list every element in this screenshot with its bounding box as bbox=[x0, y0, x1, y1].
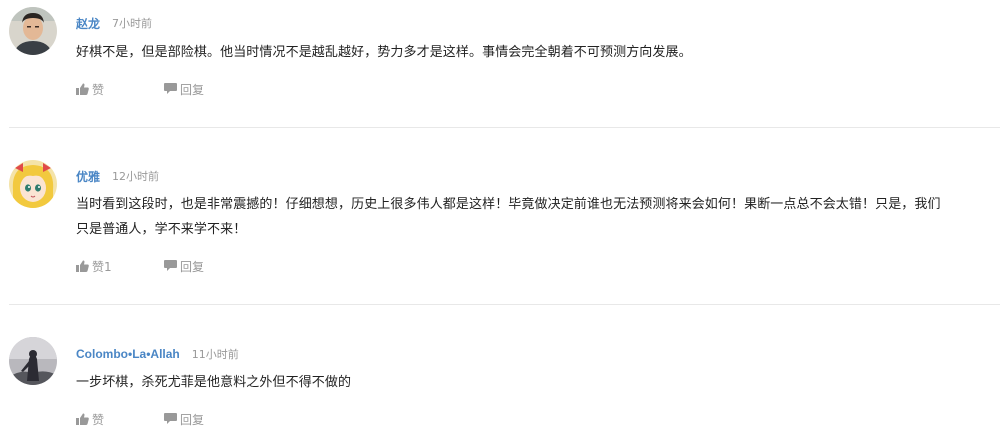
like-label: 赞 bbox=[92, 412, 105, 427]
comment-text: 一步坏棋，杀死尤菲是他意料之外但不得不做的 bbox=[76, 370, 996, 395]
avatar[interactable] bbox=[9, 160, 57, 208]
timestamp: 11小时前 bbox=[191, 348, 239, 361]
comment-line: 一步坏棋，杀死尤菲是他意料之外但不得不做的 bbox=[76, 375, 352, 390]
avatar[interactable] bbox=[9, 7, 57, 55]
reply-label: 回复 bbox=[180, 259, 205, 274]
comment-header: 优雅 12小时前 bbox=[76, 168, 159, 184]
comment-actions: 赞 回复 bbox=[76, 411, 204, 427]
divider bbox=[9, 304, 1000, 305]
comment-line: 只是普通人，学不来学不来！ bbox=[76, 222, 247, 237]
comment-actions: 赞1 回复 bbox=[76, 258, 204, 274]
like-label: 赞 bbox=[92, 82, 105, 97]
thumbs-up-icon bbox=[76, 260, 89, 272]
reply-label: 回复 bbox=[180, 412, 205, 427]
like-label: 赞1 bbox=[92, 259, 112, 274]
comment-line: 好棋不是，但是部险棋。他当时情况不是越乱越好，势力多才是这样。事情会完全朝着不可… bbox=[76, 45, 692, 60]
username[interactable]: 优雅 bbox=[76, 168, 100, 185]
avatar[interactable] bbox=[9, 337, 57, 385]
like-button[interactable]: 赞 bbox=[76, 81, 164, 98]
timestamp: 12小时前 bbox=[112, 170, 160, 183]
thumbs-up-icon bbox=[76, 83, 89, 95]
reply-label: 回复 bbox=[180, 82, 205, 97]
speech-bubble-icon bbox=[164, 83, 177, 94]
reply-button[interactable]: 回复 bbox=[164, 411, 204, 428]
reply-button[interactable]: 回复 bbox=[164, 81, 204, 98]
person-photo-avatar-icon bbox=[9, 7, 57, 55]
speech-bubble-icon bbox=[164, 260, 177, 271]
comment-line: 当时看到这段时，也是非常震撼的！仔细想想，历史上很多伟人都是这样！毕竟做决定前谁… bbox=[76, 197, 941, 212]
like-button[interactable]: 赞1 bbox=[76, 258, 164, 275]
comment-text: 当时看到这段时，也是非常震撼的！仔细想想，历史上很多伟人都是这样！毕竟做决定前谁… bbox=[76, 192, 996, 242]
dark-figure-avatar-icon bbox=[9, 337, 57, 385]
comment-header: 赵龙 7小时前 bbox=[76, 15, 152, 31]
comment-header: Colombo•La•Allah 11小时前 bbox=[76, 346, 239, 362]
username[interactable]: 赵龙 bbox=[76, 15, 100, 32]
like-button[interactable]: 赞 bbox=[76, 411, 164, 428]
username[interactable]: Colombo•La•Allah bbox=[76, 347, 180, 361]
anime-girl-avatar-icon bbox=[9, 160, 57, 208]
timestamp: 7小时前 bbox=[112, 17, 153, 30]
divider bbox=[9, 127, 1000, 128]
reply-button[interactable]: 回复 bbox=[164, 258, 204, 275]
comment-actions: 赞 回复 bbox=[76, 81, 204, 97]
comment-text: 好棋不是，但是部险棋。他当时情况不是越乱越好，势力多才是这样。事情会完全朝着不可… bbox=[76, 40, 996, 65]
thumbs-up-icon bbox=[76, 413, 89, 425]
speech-bubble-icon bbox=[164, 413, 177, 424]
